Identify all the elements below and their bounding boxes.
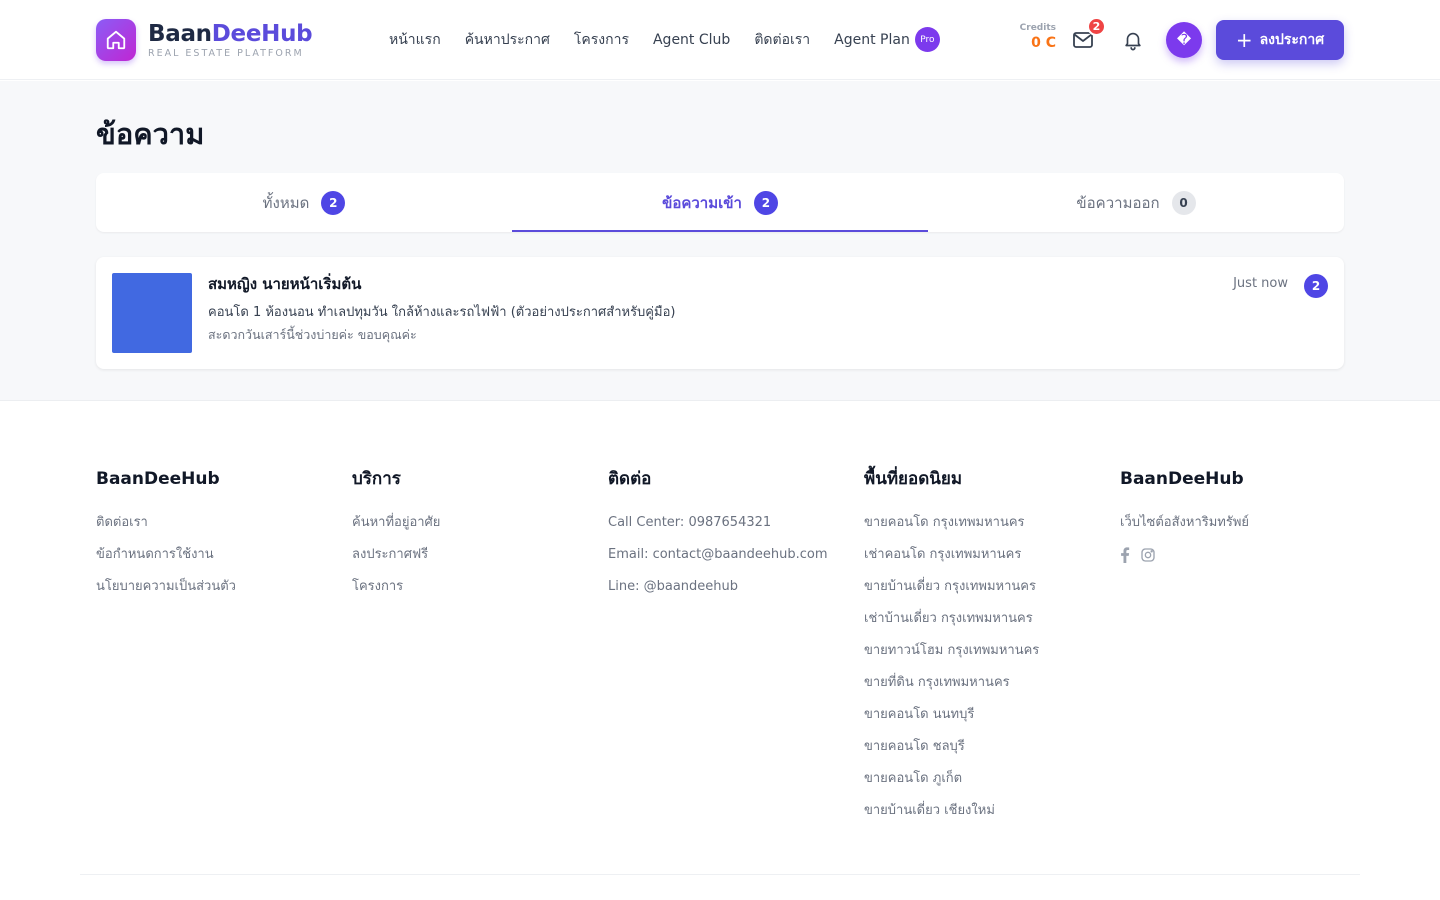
footer-link-area[interactable]: ขายบ้านเดี่ยว เชียงใหม่: [864, 803, 1114, 819]
footer-link-projects[interactable]: โครงการ: [352, 579, 602, 595]
listing-thumbnail: [112, 273, 192, 353]
footer-col-services: บริการ ค้นหาที่อยู่อาศัย ลงประกาศฟรี โคร…: [352, 468, 602, 611]
footer-link-search-homes[interactable]: ค้นหาที่อยู่อาศัย: [352, 515, 602, 531]
tab-count-badge: 2: [321, 190, 346, 215]
tab-label: ทั้งหมด: [262, 193, 310, 212]
tab-sent[interactable]: ข้อความออก 0: [928, 173, 1344, 232]
message-time: Just now: [1233, 276, 1288, 291]
footer-link-area[interactable]: ขายคอนโด กรุงเทพมหานคร: [864, 515, 1114, 531]
post-listing-button[interactable]: + ลงประกาศ: [1216, 20, 1344, 60]
nav-item-projects[interactable]: โครงการ: [574, 28, 629, 52]
social-links: [1120, 547, 1350, 563]
footer-link-free-listing[interactable]: ลงประกาศฟรี: [352, 547, 602, 563]
footer-link-area[interactable]: ขายคอนโด นนทบุรี: [864, 707, 1114, 723]
footer-col-contact: ติดต่อ Call Center: 0987654321 Email: co…: [608, 468, 858, 611]
credits-label: Credits: [1019, 23, 1056, 33]
unread-count-badge: 2: [1304, 274, 1328, 298]
footer-link-area[interactable]: เช่าบ้านเดี่ยว กรุงเทพมหานคร: [864, 611, 1114, 627]
footer-col-about: BaanDeeHub เว็บไซต์อสังหาริมทรัพย์: [1120, 468, 1350, 563]
nav-item-agent-plan[interactable]: Agent Plan: [834, 28, 910, 52]
footer-col-popular-areas: พื้นที่ยอดนิยม ขายคอนโด กรุงเทพมหานคร เช…: [864, 468, 1114, 835]
footer-link-area[interactable]: ขายคอนโด ภูเก็ต: [864, 771, 1114, 787]
footer-description: เว็บไซต์อสังหาริมทรัพย์: [1120, 515, 1250, 530]
footer-title: BaanDeeHub: [96, 469, 220, 489]
plus-icon: +: [1235, 28, 1253, 52]
nav-item-search[interactable]: ค้นหาประกาศ: [465, 28, 550, 52]
message-listing-title: คอนโด 1 ห้องนอน ทำเลปทุมวัน ใกล้ห้างและร…: [208, 305, 676, 320]
credits-value: 0 C: [1031, 35, 1056, 51]
brand-name: BaanDeeHub: [148, 21, 313, 47]
footer-line[interactable]: Line: @baandeehub: [608, 579, 858, 595]
nav-item-agent-club[interactable]: Agent Club: [653, 28, 730, 52]
footer-link-area[interactable]: เช่าคอนโด กรุงเทพมหานคร: [864, 547, 1114, 563]
nav-item-home[interactable]: หน้าแรก: [389, 28, 441, 52]
brand-logo[interactable]: BaanDeeHub REAL ESTATE PLATFORM: [96, 19, 313, 61]
tab-count-badge: 0: [1171, 190, 1196, 215]
tab-label: ข้อความออก: [1076, 193, 1160, 212]
mail-count-badge: 2: [1087, 17, 1106, 36]
footer-link-area[interactable]: ขายทาวน์โฮม กรุงเทพมหานคร: [864, 643, 1114, 659]
nav-item-contact[interactable]: ติดต่อเรา: [754, 28, 810, 52]
post-listing-label: ลงประกาศ: [1259, 32, 1325, 48]
footer-link-area[interactable]: ขายบ้านเดี่ยว กรุงเทพมหานคร: [864, 579, 1114, 595]
tab-count-badge: 2: [753, 190, 778, 215]
messages-section: ข้อความ ทั้งหมด 2 ข้อความเข้า 2 ข้อความอ…: [0, 81, 1440, 401]
message-tabs: ทั้งหมด 2 ข้อความเข้า 2 ข้อความออก 0: [96, 173, 1344, 232]
footer-email[interactable]: Email: contact@baandeehub.com: [608, 547, 858, 563]
footer-link-contact[interactable]: ติดต่อเรา: [96, 515, 346, 531]
pro-badge: Pro: [914, 27, 940, 52]
tab-label: ข้อความเข้า: [662, 193, 742, 212]
footer-title: บริการ: [352, 469, 401, 489]
main-nav: หน้าแรก ค้นหาประกาศ โครงการ Agent Club ต…: [389, 27, 940, 52]
tab-inbox[interactable]: ข้อความเข้า 2: [512, 173, 928, 232]
user-avatar[interactable]: �: [1166, 22, 1202, 58]
footer-col-brand: BaanDeeHub ติดต่อเรา ข้อกำหนดการใช้งาน น…: [96, 468, 346, 611]
footer-divider: [80, 874, 1360, 875]
footer-link-area[interactable]: ขายที่ดิน กรุงเทพมหานคร: [864, 675, 1114, 691]
instagram-icon[interactable]: [1140, 547, 1156, 563]
page-title: ข้อความ: [96, 117, 205, 151]
home-icon: [96, 19, 136, 61]
message-preview: สะดวกวันเสาร์นี้ช่วงบ่ายค่ะ ขอบคุณค่ะ: [208, 327, 417, 342]
facebook-icon[interactable]: [1120, 547, 1130, 563]
brand-tagline: REAL ESTATE PLATFORM: [148, 48, 304, 59]
footer-title: BaanDeeHub: [1120, 469, 1244, 489]
credits-display[interactable]: Credits 0 C: [1004, 23, 1056, 51]
footer-title: พื้นที่ยอดนิยม: [864, 469, 963, 489]
footer-link-terms[interactable]: ข้อกำหนดการใช้งาน: [96, 547, 346, 563]
tab-all[interactable]: ทั้งหมด 2: [96, 173, 512, 232]
footer-link-privacy[interactable]: นโยบายความเป็นส่วนตัว: [96, 579, 346, 595]
bell-icon[interactable]: [1119, 26, 1147, 54]
message-sender: สมหญิง นายหน้าเริ่มต้น: [208, 275, 362, 293]
footer-call-center[interactable]: Call Center: 0987654321: [608, 515, 858, 531]
site-header: BaanDeeHub REAL ESTATE PLATFORM หน้าแรก …: [0, 0, 1440, 80]
message-item[interactable]: สมหญิง นายหน้าเริ่มต้น คอนโด 1 ห้องนอน ท…: [96, 257, 1344, 369]
footer-title: ติดต่อ: [608, 469, 652, 489]
footer-link-area[interactable]: ขายคอนโด ชลบุรี: [864, 739, 1114, 755]
